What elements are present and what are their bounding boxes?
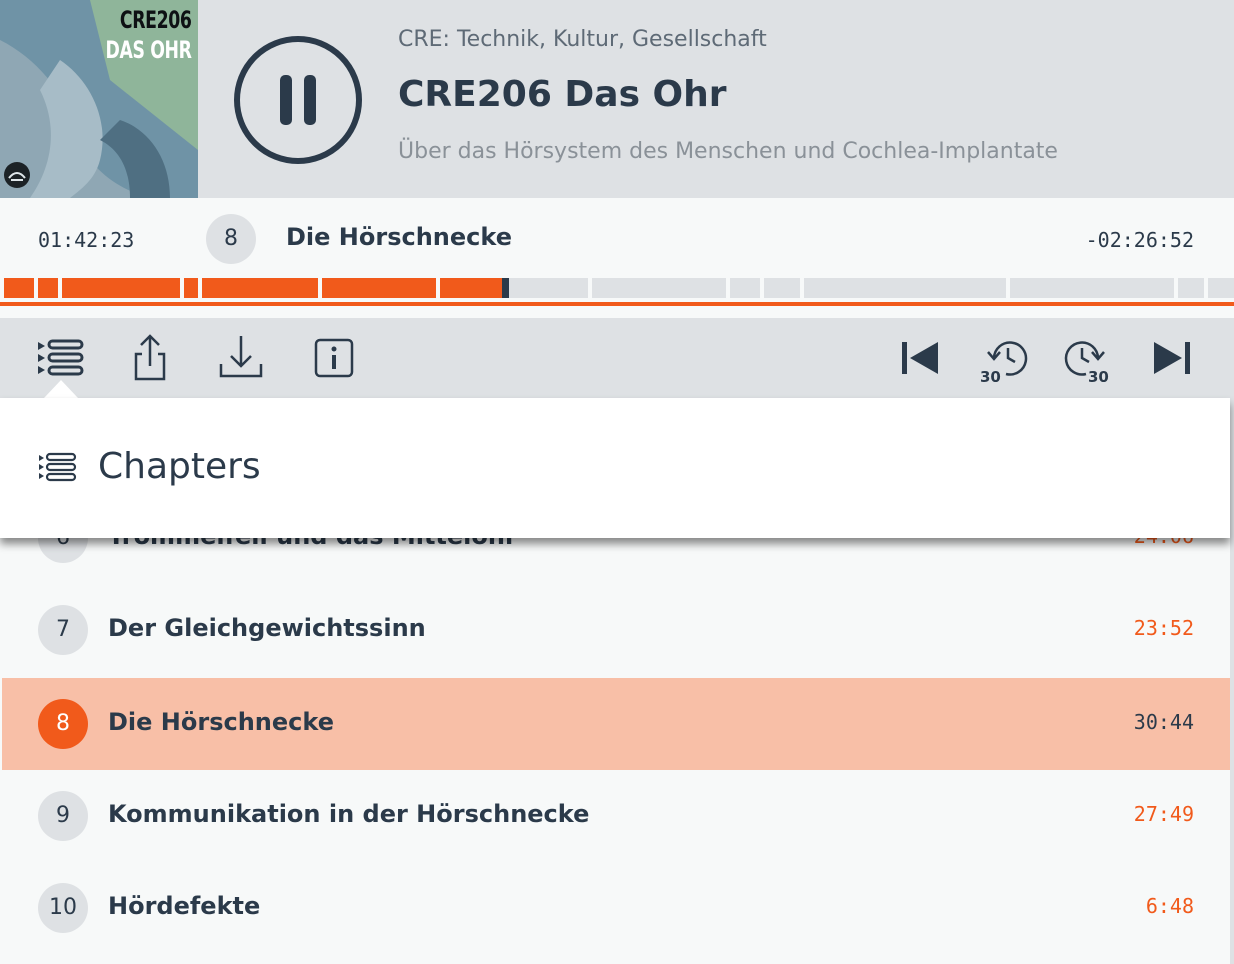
player-toolbar: 30 30 [0, 318, 1234, 398]
chapter-duration: 27:49 [1133, 802, 1194, 826]
podcast-name: CRE: Technik, Kultur, Gesellschaft [398, 27, 767, 52]
active-tab-caret [44, 380, 78, 398]
chapter-progress-bar[interactable] [0, 278, 1234, 298]
chapter-title: Hördefekte [108, 892, 261, 920]
chapter-row[interactable]: 10 Hördefekte 6:48 [2, 862, 1230, 954]
pause-icon [234, 36, 362, 164]
info-icon [314, 338, 354, 378]
share-button[interactable] [124, 332, 176, 384]
chapter-segment[interactable] [202, 278, 318, 298]
chapter-segment[interactable] [804, 278, 1006, 298]
chapter-segment[interactable] [38, 278, 58, 298]
chapter-title: Die Hörschnecke [108, 708, 334, 736]
chapters-tab-button[interactable] [34, 332, 86, 384]
chapters-icon [38, 339, 84, 376]
chapter-segment[interactable] [62, 278, 180, 298]
chapter-segment[interactable] [440, 278, 504, 298]
chapter-segment[interactable] [1208, 278, 1234, 298]
next-chapter-button[interactable] [1146, 332, 1198, 384]
rewind-30-icon: 30 [980, 341, 1028, 386]
player-header: CRE206 DAS OHR CRE: Technik, Kultur, Ges… [0, 0, 1234, 198]
rewind-30-button[interactable]: 30 [978, 332, 1030, 386]
chapter-row[interactable]: 9 Kommunikation in der Hörschnecke 27:49 [2, 770, 1230, 862]
forward-30-button[interactable]: 30 [1062, 332, 1114, 386]
episode-cover-art: CRE206 DAS OHR [0, 0, 198, 198]
forward-30-label: 30 [1088, 368, 1109, 384]
next-chapter-icon [1154, 342, 1190, 374]
cover-title-line2: DAS OHR [105, 36, 192, 64]
episode-title: CRE206 Das Ohr [398, 74, 727, 115]
chapter-segment[interactable] [1010, 278, 1174, 298]
chapter-duration: 23:52 [1133, 616, 1194, 640]
current-chapter-title: Die Hörschnecke [286, 223, 512, 251]
download-icon [219, 336, 263, 378]
chapter-segment[interactable] [504, 278, 588, 298]
chapter-segment[interactable] [1178, 278, 1204, 298]
chapters-panel-header: Chapters [0, 398, 1230, 538]
chapters-heading: Chapters [98, 446, 261, 487]
chapters-heading-icon [38, 452, 78, 482]
chapter-title: Der Gleichgewichtssinn [108, 614, 426, 642]
info-button[interactable] [308, 332, 360, 384]
chapter-number: 9 [38, 791, 88, 841]
panel-right-edge [1230, 398, 1234, 964]
episode-subtitle: Über das Hörsystem des Menschen und Coch… [398, 139, 1058, 164]
chapter-number: 7 [38, 605, 88, 655]
rewind-30-label: 30 [980, 368, 1001, 384]
current-chapter-number: 8 [206, 214, 256, 264]
chapter-row[interactable]: 7 Der Gleichgewichtssinn 23:52 [2, 584, 1230, 676]
share-icon [134, 334, 166, 381]
podcast-logo-icon [4, 162, 30, 188]
chapter-list: 6 Trommelfell und das Mittelohr 24:06 7 … [0, 492, 1230, 964]
progress-area: 01:42:23 8 Die Hörschnecke -02:26:52 [0, 198, 1234, 308]
chapter-number: 8 [38, 699, 88, 749]
chapter-segment[interactable] [592, 278, 726, 298]
chapter-duration: 30:44 [1133, 710, 1194, 734]
playhead[interactable] [502, 278, 509, 298]
forward-30-icon: 30 [1064, 341, 1109, 386]
chapter-duration: 6:48 [1145, 894, 1194, 918]
chapter-row-active[interactable]: 8 Die Hörschnecke 30:44 [2, 678, 1230, 770]
previous-chapter-button[interactable] [894, 332, 946, 384]
chapter-number: 10 [38, 883, 88, 933]
chapter-segment[interactable] [730, 278, 760, 298]
time-remaining: -02:26:52 [1085, 228, 1194, 252]
progress-underline [0, 302, 1234, 306]
download-button[interactable] [215, 332, 267, 384]
chapter-segment[interactable] [184, 278, 198, 298]
chapter-segment[interactable] [322, 278, 436, 298]
pause-button[interactable] [233, 35, 363, 165]
time-elapsed: 01:42:23 [38, 228, 135, 252]
chapter-segment[interactable] [4, 278, 34, 298]
chapter-title: Kommunikation in der Hörschnecke [108, 800, 590, 828]
chapter-segment[interactable] [764, 278, 800, 298]
previous-chapter-icon [902, 342, 938, 374]
cover-title-line1: CRE206 [120, 6, 192, 34]
